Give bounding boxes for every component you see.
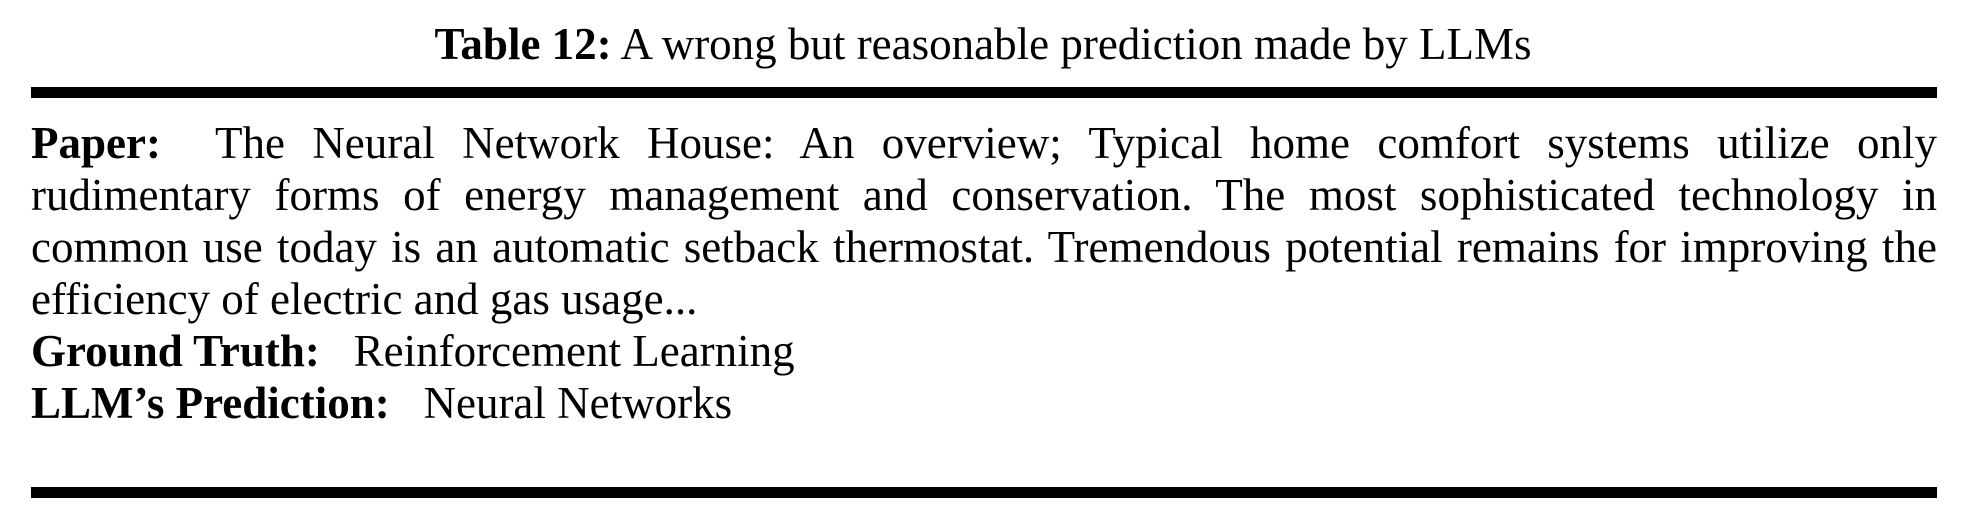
prediction-label: LLM’s Prediction: [31,378,390,428]
table-body: Paper: The Neural Network House: An over… [31,117,1937,429]
table-caption: Table 12: A wrong but reasonable predict… [0,14,1966,74]
paper-text: The Neural Network House: An overview; T… [31,118,1938,324]
ground-truth-value: Reinforcement Learning [353,326,795,376]
ground-truth-label: Ground Truth: [31,326,320,376]
paper-row: Paper: The Neural Network House: An over… [31,117,1937,325]
bottom-rule [31,487,1937,498]
prediction-row: LLM’s Prediction: Neural Networks [31,377,1937,429]
table-caption-label: Table 12: [434,19,612,69]
ground-truth-row: Ground Truth: Reinforcement Learning [31,325,1937,377]
prediction-value: Neural Networks [423,378,733,428]
top-rule [31,87,1937,98]
paper-label: Paper: [31,118,161,168]
table-caption-text: A wrong but reasonable prediction made b… [620,19,1532,69]
